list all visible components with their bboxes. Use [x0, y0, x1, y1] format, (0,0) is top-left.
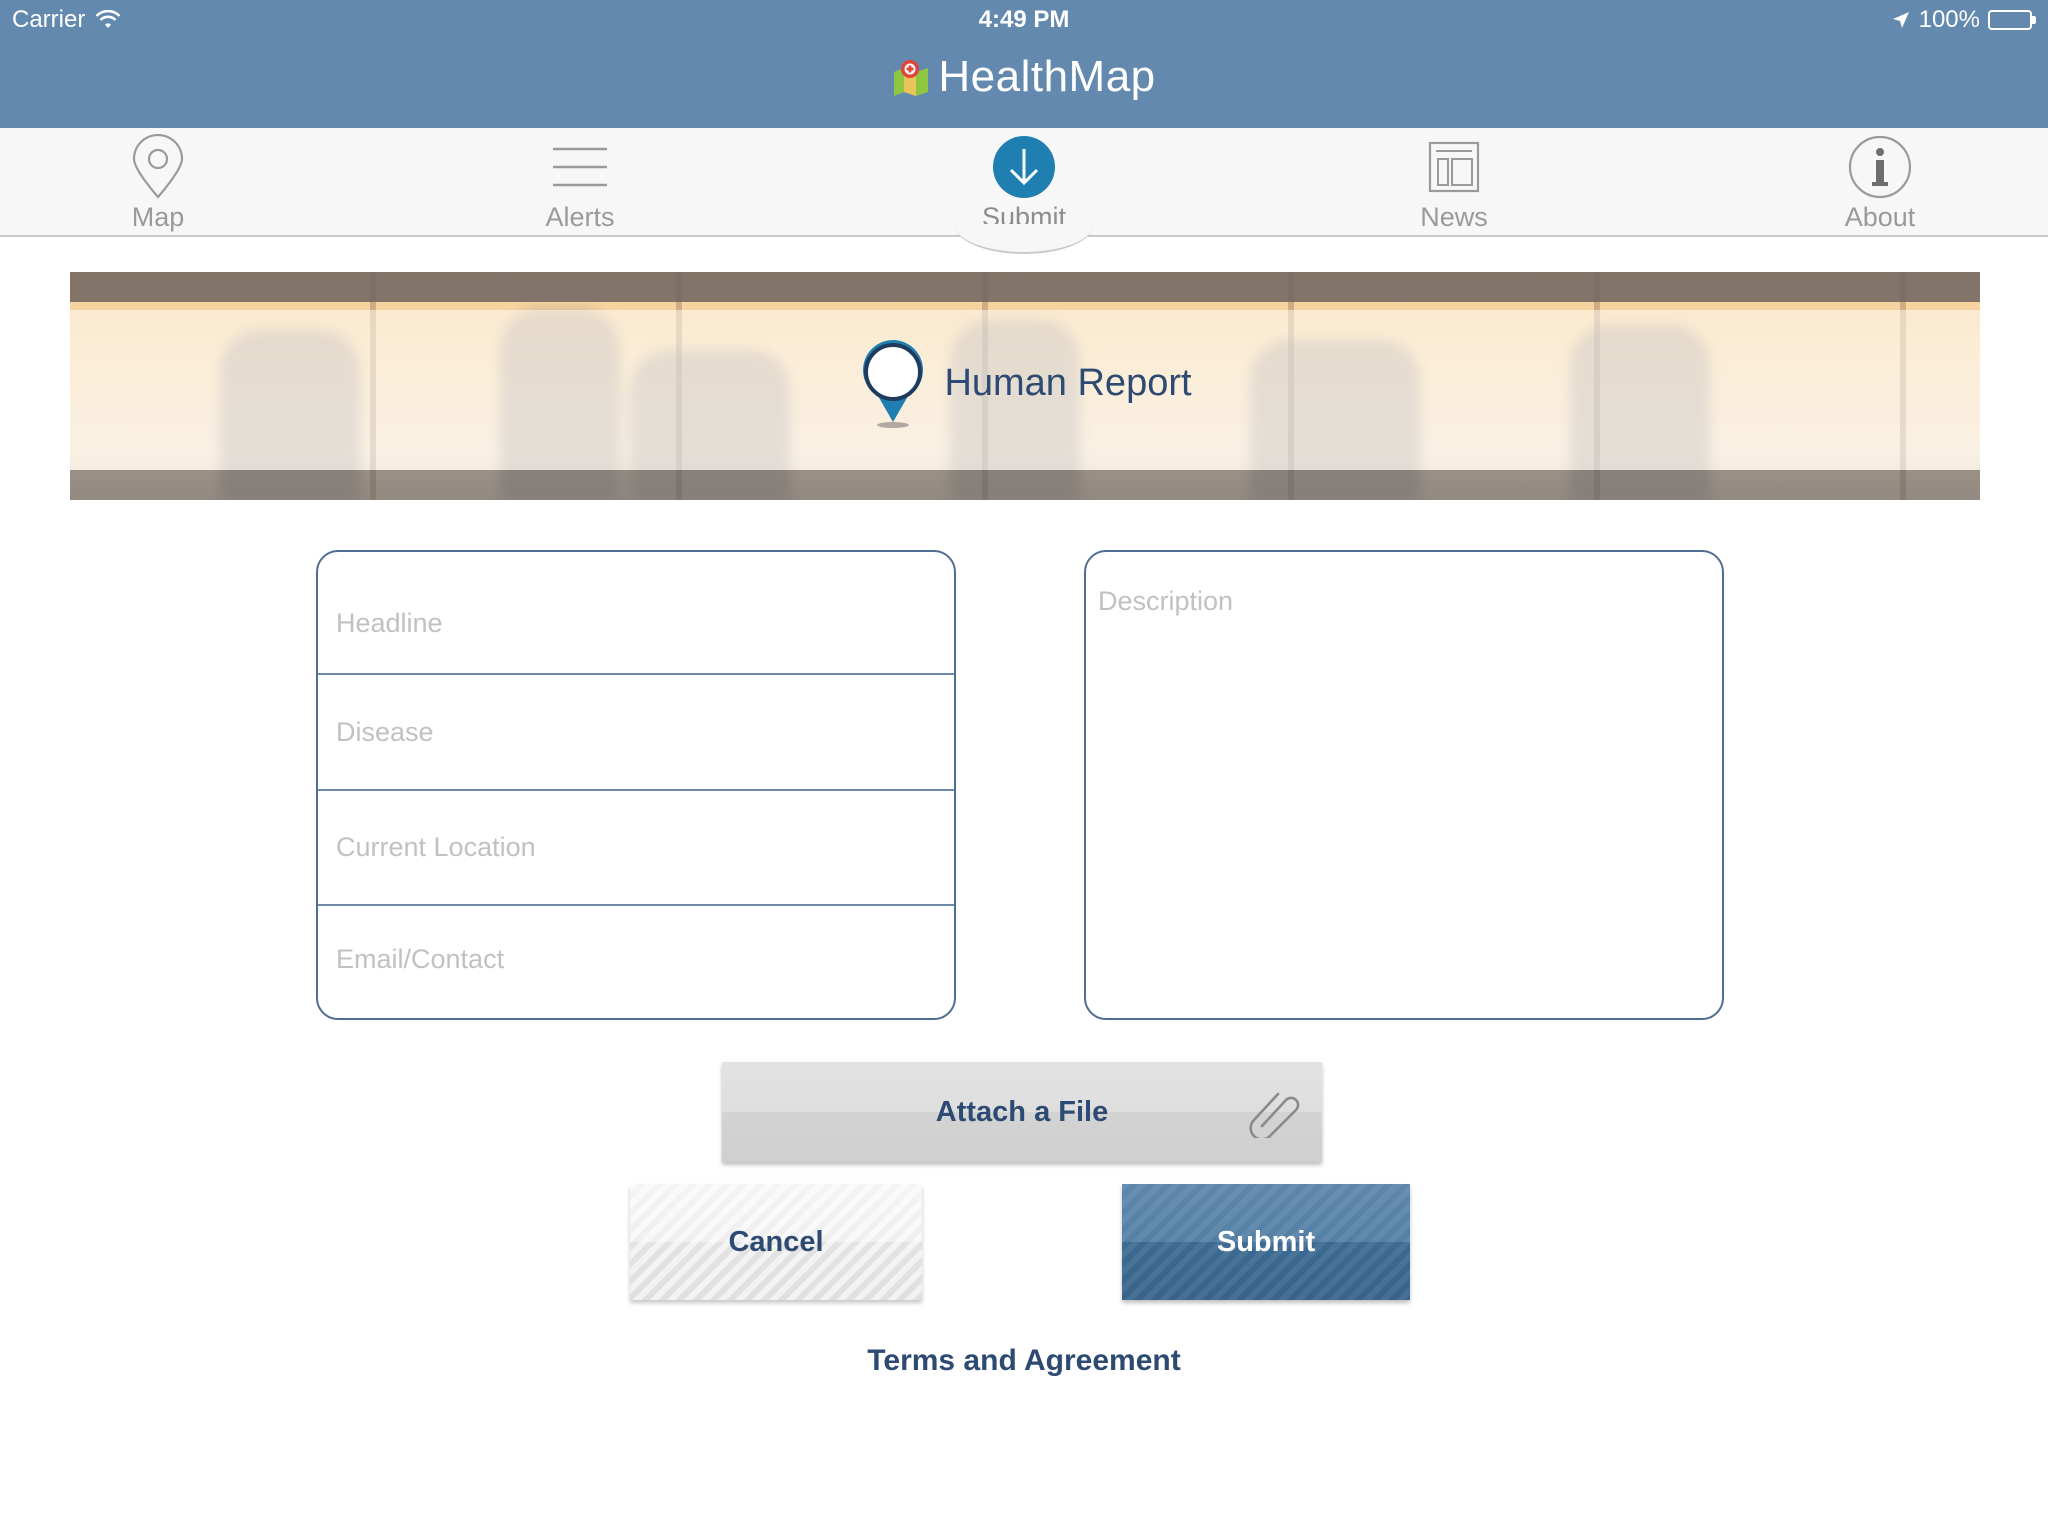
location-pin-icon: [863, 340, 924, 428]
tab-news-label: News: [1420, 202, 1488, 232]
app-brand: HealthMap: [0, 52, 2048, 102]
app-title: HealthMap: [938, 52, 1156, 101]
newspaper-icon: [1428, 141, 1480, 193]
report-fields-panel: [316, 550, 956, 1020]
headline-input[interactable]: [318, 608, 954, 639]
email-contact-input[interactable]: [318, 943, 954, 975]
disease-input[interactable]: [318, 716, 954, 748]
tab-map[interactable]: Map: [68, 128, 248, 235]
battery-percent: 100%: [1918, 6, 1980, 33]
banner-heading: Human Report: [70, 338, 1980, 428]
tab-about-label: About: [1844, 202, 1916, 232]
cancel-label: Cancel: [728, 1225, 824, 1258]
info-icon: [1848, 135, 1912, 199]
tab-alerts[interactable]: Alerts: [490, 128, 670, 235]
report-banner: Human Report: [70, 272, 1980, 500]
active-tab-indicator: [954, 224, 1094, 254]
attach-file-button[interactable]: Attach a File: [722, 1062, 1322, 1162]
terms-row: Terms and Agreement: [0, 1344, 2048, 1378]
tab-news[interactable]: News: [1364, 128, 1544, 235]
submit-label: Submit: [1216, 1225, 1316, 1258]
terms-link[interactable]: Terms and Agreement: [867, 1344, 1180, 1377]
tab-submit[interactable]: Submit: [934, 128, 1114, 235]
description-panel: [1084, 550, 1724, 1020]
tab-alerts-label: Alerts: [545, 202, 615, 232]
status-battery: 100%: [1891, 6, 2036, 34]
tab-bar: Map Alerts Submit News About: [0, 128, 2048, 237]
cancel-button[interactable]: Cancel: [630, 1184, 922, 1300]
map-pin-icon: [132, 134, 184, 199]
paperclip-icon: [1249, 1092, 1300, 1138]
download-arrow-icon: [993, 136, 1055, 198]
location-arrow-icon: [1892, 12, 1909, 28]
top-bar: Carrier 4:49 PM 100% HealthMap: [0, 0, 2048, 128]
description-input[interactable]: [1086, 552, 1722, 1018]
list-icon: [553, 147, 607, 187]
healthmap-logo-icon: [894, 60, 929, 96]
banner-title: Human Report: [944, 361, 1192, 404]
attach-file-label: Attach a File: [935, 1095, 1109, 1128]
tab-map-label: Map: [131, 202, 185, 232]
status-time: 4:49 PM: [978, 6, 1070, 33]
battery-icon: [1988, 10, 2036, 30]
current-location-input[interactable]: [318, 832, 954, 863]
submit-button[interactable]: Submit: [1122, 1184, 1410, 1300]
tab-about[interactable]: About: [1790, 128, 1970, 235]
